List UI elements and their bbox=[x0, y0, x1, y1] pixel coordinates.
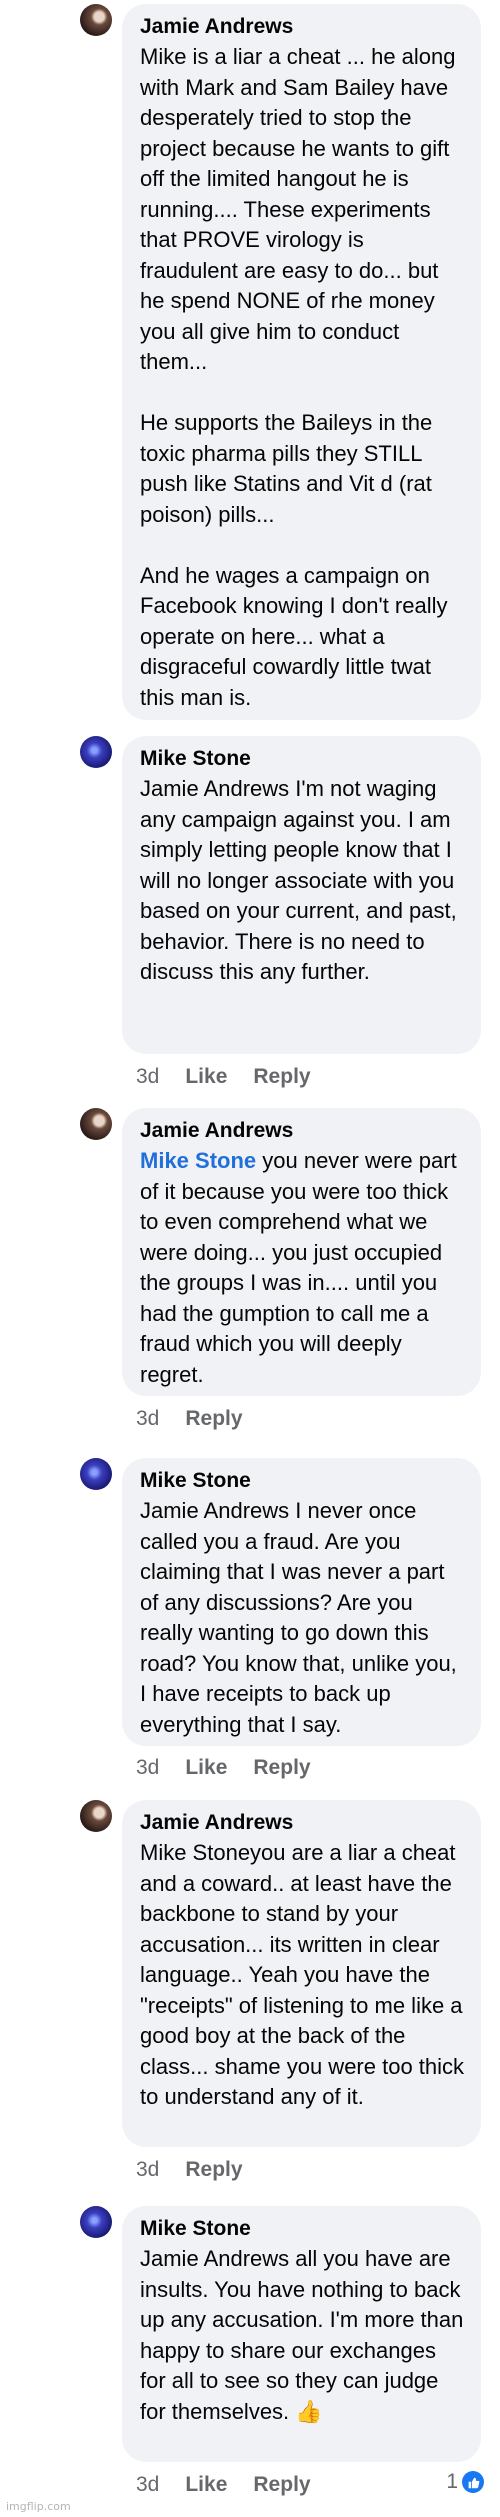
timestamp[interactable]: 3d bbox=[136, 2157, 159, 2183]
watermark: imgflip.com bbox=[6, 2500, 71, 2513]
comment-bubble: Jamie Andrews Mike is a liar a cheat ...… bbox=[122, 4, 481, 720]
author-name[interactable]: Mike Stone bbox=[140, 2216, 465, 2242]
comment-text: Jamie Andrews I'm not waging any campaig… bbox=[140, 776, 463, 984]
timestamp[interactable]: 3d bbox=[136, 1406, 159, 1432]
author-name[interactable]: Mike Stone bbox=[140, 746, 465, 772]
comment-text: Mike is a liar a cheat ... he along with… bbox=[140, 44, 456, 710]
timestamp[interactable]: 3d bbox=[136, 1064, 159, 1090]
comment-bubble: Mike Stone Jamie Andrews I never once ca… bbox=[122, 1458, 481, 1746]
like-button[interactable]: Like bbox=[185, 1064, 227, 1090]
comment-bubble: Jamie Andrews Mike Stone you never were … bbox=[122, 1108, 481, 1396]
comment-text: Mike Stoneyou are a liar a cheat and a c… bbox=[140, 1840, 471, 2109]
avatar[interactable] bbox=[80, 1458, 112, 1490]
reply-button[interactable]: Reply bbox=[185, 1406, 242, 1432]
reply-button[interactable]: Reply bbox=[253, 1755, 310, 1781]
like-button[interactable]: Like bbox=[185, 1755, 227, 1781]
comment-text: Jamie Andrews I never once called you a … bbox=[140, 1498, 463, 1737]
comment-actions: 3d Like Reply bbox=[136, 2472, 311, 2498]
author-name[interactable]: Mike Stone bbox=[140, 1468, 465, 1494]
avatar[interactable] bbox=[80, 1800, 112, 1832]
author-name[interactable]: Jamie Andrews bbox=[140, 1118, 465, 1144]
comment-text: Mike Stone you never were part of it bec… bbox=[140, 1146, 465, 1390]
reaction-summary[interactable]: 1 bbox=[446, 2470, 484, 2494]
comment-bubble: Mike Stone Jamie Andrews I'm not waging … bbox=[122, 736, 481, 1054]
timestamp[interactable]: 3d bbox=[136, 1755, 159, 1781]
comment-actions: 3d Reply bbox=[136, 2157, 243, 2183]
like-button[interactable]: Like bbox=[185, 2472, 227, 2498]
author-name[interactable]: Jamie Andrews bbox=[140, 1810, 465, 1836]
reply-button[interactable]: Reply bbox=[253, 1064, 310, 1090]
mention-link[interactable]: Mike Stone bbox=[140, 1148, 256, 1173]
comment-actions: 3d Like Reply bbox=[136, 1755, 311, 1781]
timestamp[interactable]: 3d bbox=[136, 2472, 159, 2498]
avatar[interactable] bbox=[80, 736, 112, 768]
comment-text-body: you never were part of it because you we… bbox=[140, 1148, 463, 1387]
comment-text: Jamie Andrews all you have are insults. … bbox=[140, 2246, 470, 2424]
thumbs-up-icon bbox=[462, 2471, 484, 2493]
reply-button[interactable]: Reply bbox=[185, 2157, 242, 2183]
reaction-count: 1 bbox=[446, 2470, 458, 2493]
avatar[interactable] bbox=[80, 1108, 112, 1140]
reply-button[interactable]: Reply bbox=[253, 2472, 310, 2498]
comment-actions: 3d Like Reply bbox=[136, 1064, 311, 1090]
comment-actions: 3d Reply bbox=[136, 1406, 243, 1432]
author-name[interactable]: Jamie Andrews bbox=[140, 14, 465, 40]
avatar[interactable] bbox=[80, 2206, 112, 2238]
comment-bubble: Mike Stone Jamie Andrews all you have ar… bbox=[122, 2206, 481, 2462]
comment-bubble: Jamie Andrews Mike Stoneyou are a liar a… bbox=[122, 1800, 481, 2147]
avatar[interactable] bbox=[80, 4, 112, 36]
